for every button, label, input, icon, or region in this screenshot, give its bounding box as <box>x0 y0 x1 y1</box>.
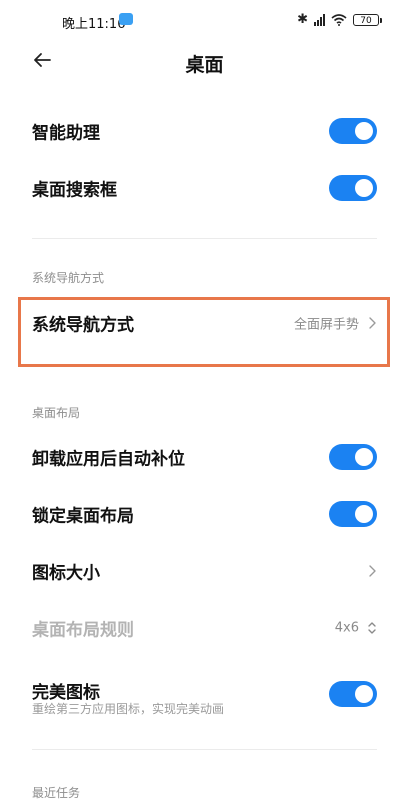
auto-fill-toggle[interactable] <box>329 444 377 470</box>
row-label: 桌面搜索框 <box>32 180 117 201</box>
cloud-icon <box>119 13 133 25</box>
row-label: 锁定桌面布局 <box>32 506 134 527</box>
desktop-search-row[interactable]: 桌面搜索框 <box>32 161 377 215</box>
row-value: 4x6 <box>334 620 359 636</box>
smart-assistant-toggle[interactable] <box>329 118 377 144</box>
divider <box>32 238 377 239</box>
row-subtitle: 重绘第三方应用图标，实现完美动画 <box>32 702 225 716</box>
signal-icon <box>314 13 325 26</box>
battery-icon: 70 <box>353 13 382 26</box>
row-label: 智能助理 <box>32 123 100 144</box>
row-label: 卸载应用后自动补位 <box>32 449 185 470</box>
perfect-icons-row[interactable]: 完美图标 重绘第三方应用图标，实现完美动画 <box>32 664 377 724</box>
status-bar: 晚上11:16 ✱ 70 <box>0 0 409 40</box>
section-title-recent: 最近任务 <box>32 786 81 800</box>
section-title-navigation: 系统导航方式 <box>32 271 105 285</box>
auto-fill-row[interactable]: 卸载应用后自动补位 <box>32 430 377 484</box>
divider <box>32 749 377 750</box>
chevron-right-icon <box>369 565 376 577</box>
section-title-layout: 桌面布局 <box>32 406 81 420</box>
desktop-search-toggle[interactable] <box>329 175 377 201</box>
status-icons: ✱ 70 <box>297 12 382 27</box>
highlight-box <box>18 297 390 367</box>
page-title: 桌面 <box>185 54 224 76</box>
wifi-icon <box>331 13 347 26</box>
icon-size-row[interactable]: 图标大小 <box>32 544 377 598</box>
layout-rule-row: 桌面布局规则 4x6 <box>32 601 377 655</box>
bluetooth-icon: ✱ <box>297 12 308 27</box>
lock-layout-toggle[interactable] <box>329 501 377 527</box>
perfect-icons-toggle[interactable] <box>329 681 377 707</box>
header: 桌面 <box>0 40 409 82</box>
lock-layout-row[interactable]: 锁定桌面布局 <box>32 487 377 541</box>
up-down-chevron-icon <box>368 622 376 634</box>
status-time: 晚上11:16 <box>62 17 126 32</box>
row-label: 图标大小 <box>32 563 100 584</box>
smart-assistant-row[interactable]: 智能助理 <box>32 104 377 158</box>
row-label: 桌面布局规则 <box>32 620 134 641</box>
